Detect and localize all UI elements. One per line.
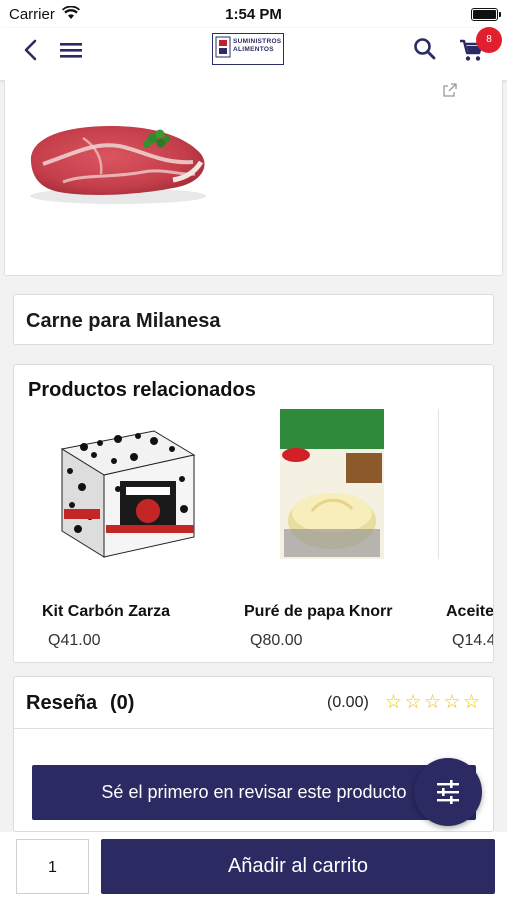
filter-icon [437,780,459,804]
logo-text-line1: SUMINISTROS [233,38,282,45]
star-icon: ☆ [463,692,481,713]
related-product-price: Q41.00 [48,632,101,649]
product-image [438,409,493,559]
star-icon: ☆ [404,692,422,713]
cart-count-badge: 8 [476,27,502,53]
menu-icon[interactable] [58,38,84,62]
product-image-card [4,80,503,276]
related-products-heading: Productos relacionados [28,379,256,401]
star-icon: ☆ [443,692,461,713]
reviews-count: (0) [110,692,135,714]
write-first-review-button[interactable]: Sé el primero en revisar este producto [32,765,476,820]
related-products-section: Productos relacionados Kit Carbón Zarza … [13,364,494,663]
related-product-card[interactable]: Kit Carbón Zarza Q41.00 [34,409,224,649]
reviews-title: Reseña [26,692,98,714]
back-icon[interactable] [20,38,44,62]
navigation-bar: SUMINISTROS ALIMENTOS 8 [0,27,507,80]
product-title: Carne para Milanesa [26,310,221,332]
star-icon: ☆ [424,692,442,713]
logo-mark [215,36,231,58]
product-title-card: Carne para Milanesa [13,294,494,345]
filter-fab-button[interactable] [414,758,482,826]
related-product-price: Q80.00 [250,632,303,649]
star-rating: ☆ ☆ ☆ ☆ ☆ [385,693,483,713]
related-product-price: Q14.40 [452,632,493,649]
related-product-name: Puré de papa Knorr [244,603,393,620]
divider [14,728,493,729]
store-logo[interactable]: SUMINISTROS ALIMENTOS [212,33,284,65]
quantity-input[interactable]: 1 [16,839,89,894]
add-to-cart-button[interactable]: Añadir al carrito [101,839,495,894]
related-product-name: Aceite C [446,603,494,620]
battery-icon [471,8,501,21]
product-image [34,409,224,559]
reviews-score: (0.00) [327,694,369,711]
related-product-name: Kit Carbón Zarza [42,603,171,620]
search-icon[interactable] [412,36,438,62]
external-link-icon[interactable] [442,82,458,98]
product-image[interactable] [23,118,209,208]
logo-text-line2: ALIMENTOS [233,46,274,53]
status-bar: Carrier 1:54 PM [0,0,507,28]
product-image [236,409,426,559]
star-icon: ☆ [385,692,403,713]
related-product-card[interactable]: Puré de papa Knorr Q80.00 [236,409,426,649]
related-product-card[interactable]: Aceite C Q14.40 [438,409,494,649]
bottom-action-bar: 1 Añadir al carrito [0,832,507,900]
clock: 1:54 PM [225,6,282,23]
